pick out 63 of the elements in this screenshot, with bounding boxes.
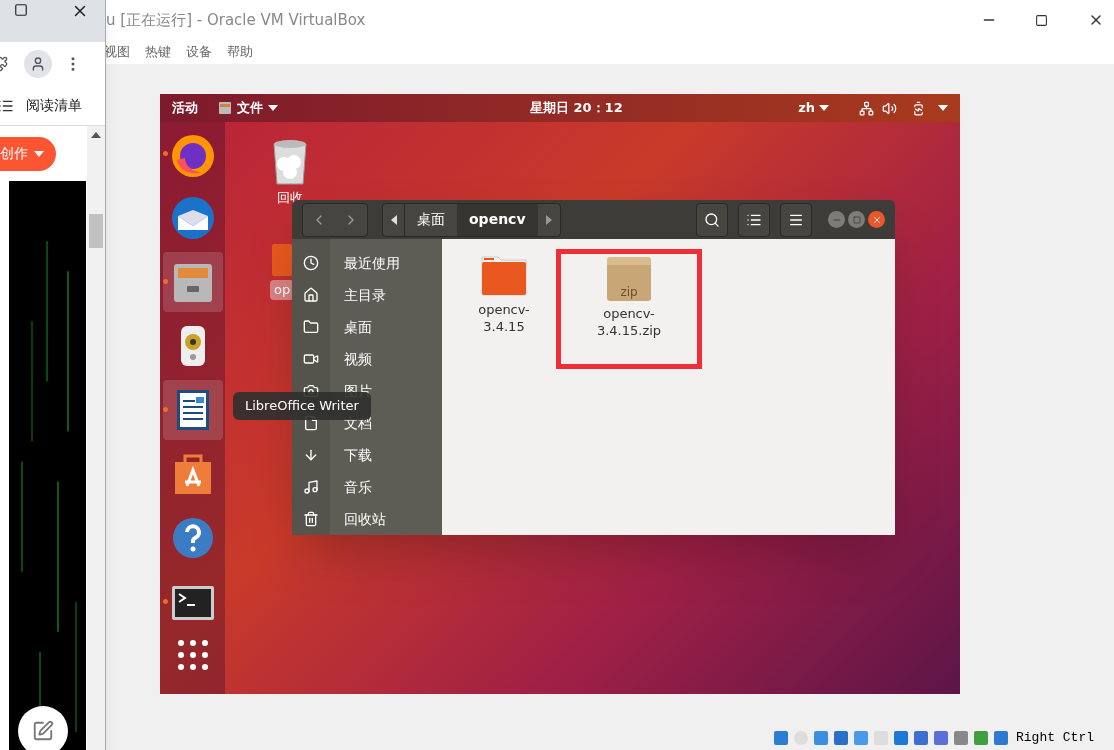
edit-icon: [32, 720, 54, 742]
running-indicator: [162, 407, 168, 412]
maximize-icon[interactable]: [14, 3, 28, 17]
path-button[interactable]: 桌面: [405, 203, 457, 236]
music-icon: [303, 479, 319, 495]
file-item[interactable]: zip opencv-3.4.15.zip: [556, 249, 702, 369]
activities-button[interactable]: 活动: [172, 98, 198, 118]
maximize-icon: [852, 215, 861, 224]
file-name: opencv-3.4.15: [477, 301, 531, 335]
battery-icon[interactable]: [911, 100, 926, 116]
sidebar-item[interactable]: 桌面: [330, 311, 400, 343]
menu-item[interactable]: 热键: [145, 42, 171, 62]
search-button[interactable]: [696, 202, 728, 237]
scroll-up-icon[interactable]: [91, 132, 102, 138]
system-menu-caret-icon: [938, 105, 948, 111]
close-icon: [871, 214, 882, 225]
clock-icon: [303, 255, 319, 271]
sidebar-item[interactable]: 视频: [330, 343, 400, 375]
file-cabinet-icon: [218, 101, 232, 115]
package-label: zip: [620, 286, 638, 298]
running-indicator: [162, 279, 168, 284]
maximize-icon[interactable]: [1035, 13, 1048, 27]
person-icon: [30, 56, 46, 72]
menu-item[interactable]: 视图: [104, 42, 130, 62]
view-toggle-button[interactable]: [738, 202, 770, 237]
home-icon: [303, 287, 319, 303]
profile-avatar[interactable]: [24, 50, 52, 78]
right-triangle-icon: [545, 214, 552, 225]
trash-can-icon[interactable]: [270, 138, 310, 186]
running-indicator: [162, 599, 168, 604]
folder-icon: [303, 319, 319, 335]
menu-item[interactable]: 帮助: [227, 42, 253, 62]
sidebar-item[interactable]: 下载: [330, 439, 400, 471]
app-grid-icon[interactable]: [175, 638, 210, 672]
window-title: u [正在运行] - Oracle VM VirtualBox: [106, 9, 367, 31]
file-item[interactable]: opencv-3.4.15: [466, 249, 542, 365]
sidebar-item[interactable]: 最近使用: [330, 247, 400, 279]
video-icon: [303, 351, 319, 367]
caret-icon: [819, 105, 829, 111]
sidebar-item[interactable]: 主目录: [330, 279, 400, 311]
input-method-menu[interactable]: zh: [798, 98, 829, 118]
menu-button[interactable]: [780, 202, 812, 237]
running-indicator: [162, 151, 168, 156]
sidebar-item[interactable]: 音乐: [330, 471, 400, 503]
minimize-button[interactable]: [828, 211, 845, 228]
caret-icon: [268, 105, 278, 111]
file-name: opencv-3.4.15.zip: [595, 305, 663, 339]
caret-icon: [34, 150, 44, 157]
trash-icon: [303, 511, 319, 527]
left-triangle-icon: [390, 214, 397, 225]
scrollbar-thumb[interactable]: [89, 214, 104, 248]
download-icon: [303, 447, 319, 463]
clock[interactable]: 星期日 20：12: [530, 98, 799, 118]
close-button[interactable]: [868, 211, 885, 228]
search-icon: [704, 211, 720, 228]
folder-icon: [480, 253, 528, 297]
path-button[interactable]: opencv: [457, 203, 538, 236]
app-menu[interactable]: 文件: [218, 98, 278, 118]
menu-item[interactable]: 设备: [186, 42, 212, 62]
volume-icon[interactable]: [882, 100, 897, 116]
sidebar-item[interactable]: 回收站: [330, 503, 400, 535]
scrollbar[interactable]: [87, 126, 105, 750]
host-key-label: Right Ctrl: [1016, 728, 1094, 747]
